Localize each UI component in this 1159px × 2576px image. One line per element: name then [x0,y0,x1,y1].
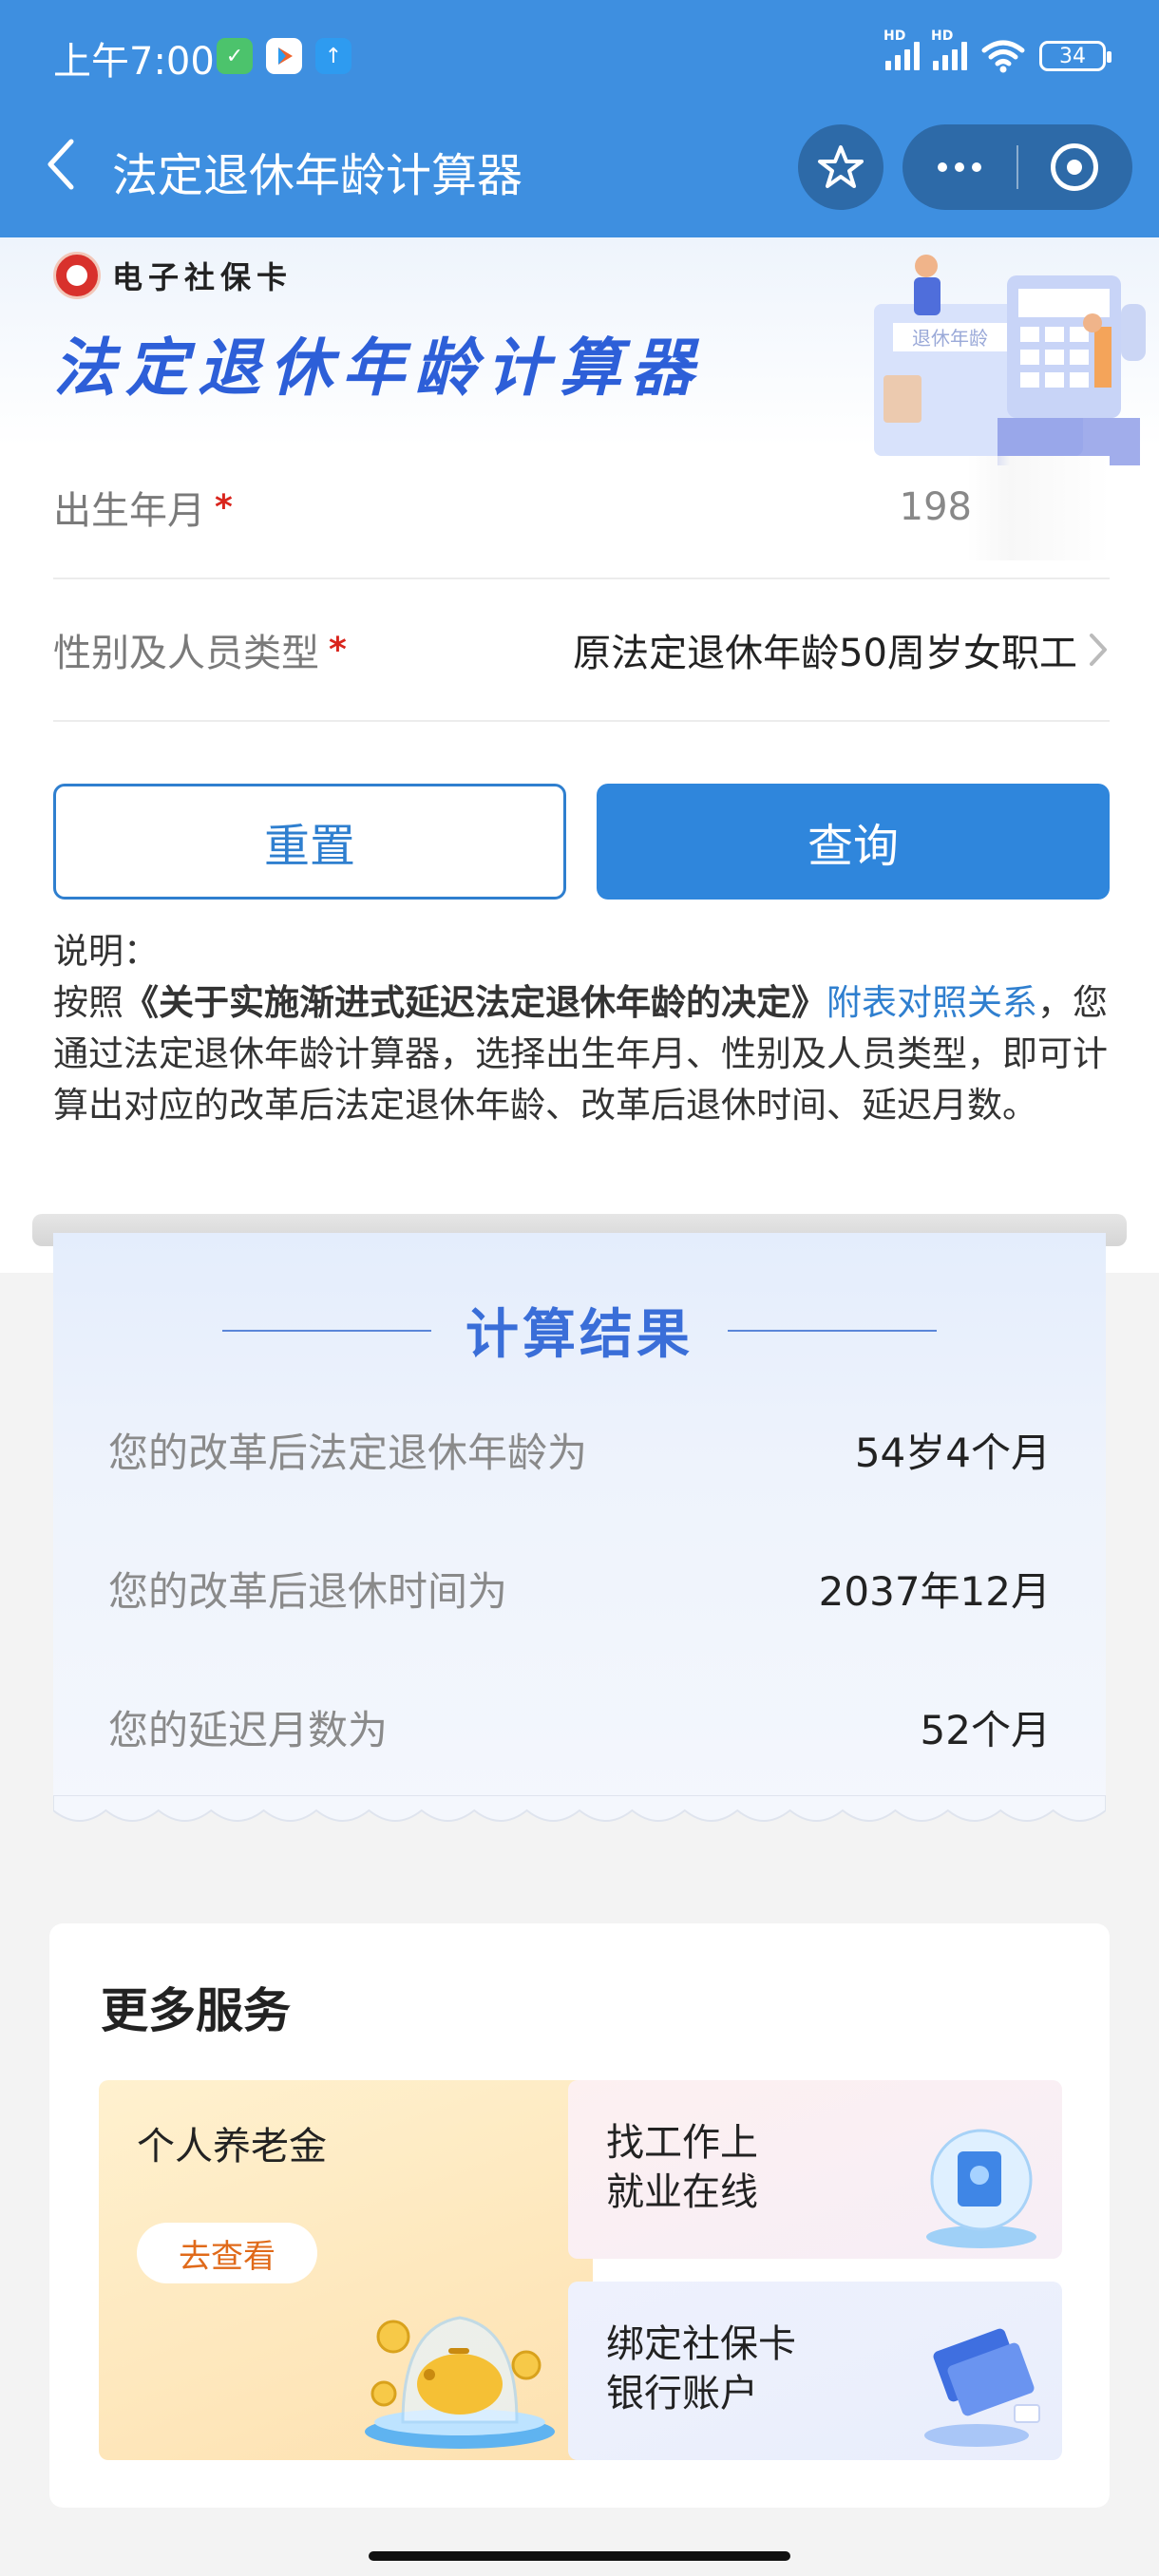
illustration-text: 退休年龄 [912,327,988,350]
note: 说明： 按照《关于实施渐进式延迟法定退休年龄的决定》附表对照关系，您通过法定退休… [53,926,1110,1131]
title-line-left [222,1329,431,1332]
note-prefix: 按照 [53,982,124,1023]
video-app-icon [266,38,302,74]
favorite-button[interactable] [798,124,884,210]
more-services-panel: 更多服务 个人养老金 去查看 找工作上 就业在线 绑定社保卡 银行账户 [49,1923,1110,2508]
battery-level: 34 [1059,44,1086,68]
bank-card-icon [924,2328,1040,2447]
result-label: 您的延迟月数为 [108,1707,389,1753]
gender-type-label: 性别及人员类型 [53,632,319,675]
job-title: 找工作上 就业在线 [606,2118,758,2217]
note-body: 按照《关于实施渐进式延迟法定退休年龄的决定》附表对照关系，您通过法定退休年龄计算… [53,977,1110,1131]
home-indicator [369,2551,790,2561]
brand: 电子社保卡 [53,252,293,299]
header-banner: 电子社保卡 法定退休年龄计算器 退休年龄 [0,237,1159,465]
appendix-link[interactable]: 附表对照关系 [826,982,1037,1023]
job-title-line1: 找工作上 [606,2121,758,2165]
banner-title: 法定退休年龄计算器 [53,331,703,405]
title-line-right [728,1329,937,1332]
signal-1-icon: HD [884,28,920,70]
result-label: 您的改革后法定退休年龄为 [108,1430,588,1476]
query-button[interactable]: 查询 [597,784,1110,900]
form-area: 电子社保卡 法定退休年龄计算器 退休年龄 出生年月 * 198 性别及人员类型 … [0,237,1159,1273]
birth-value: 198 [899,485,972,529]
status-time: 上午7:00 [53,40,215,84]
job-card[interactable]: 找工作上 就业在线 [568,2080,1062,2259]
result-title: 计算结果 [53,1292,1106,1369]
close-miniprogram-button[interactable] [1018,124,1130,210]
wifi-icon [981,40,1025,73]
note-heading: 说明： [53,931,159,972]
result-row-retire-time: 您的改革后退休时间为 2037年12月 [108,1560,1051,1618]
result-label: 您的改革后退休时间为 [108,1568,508,1615]
gender-type-value: 原法定退休年龄50周岁女职工 [573,632,1077,675]
job-glass-icon [926,2129,1036,2248]
star-icon [818,145,864,188]
upload-app-icon: ↑ [315,38,352,74]
bank-card[interactable]: 绑定社保卡 银行账户 [568,2282,1062,2460]
nav-title: 法定退休年龄计算器 [112,149,523,202]
calculator-illustration-icon: 退休年龄 [874,255,1146,465]
job-title-line2: 就业在线 [606,2170,758,2214]
result-value: 54岁4个月 [854,1430,1051,1476]
result-card-scallop-edge [53,1795,1106,1822]
result-value: 52个月 [920,1707,1051,1753]
battery-icon: 34 [1039,41,1112,71]
brand-name: 电子社保卡 [112,259,294,295]
gender-type-row[interactable]: 性别及人员类型 * 原法定退休年龄50周岁女职工 [53,579,1110,722]
top-bar: 上午7:00 ✓ ↑ HD HD 34 法定退休年龄计算器 [0,0,1159,237]
result-row-delay-months: 您的延迟月数为 52个月 [108,1698,1051,1756]
more-button[interactable] [902,124,1016,210]
social-security-logo-icon [53,252,101,299]
back-button[interactable] [32,136,89,193]
pension-card[interactable]: 个人养老金 去查看 [99,2080,593,2460]
birth-required-mark: * [215,487,233,527]
status-bar: 上午7:00 ✓ ↑ HD HD 34 [0,0,1159,109]
result-title-text: 计算结果 [466,1304,694,1366]
status-right: HD HD 34 [884,28,1112,78]
birth-row[interactable]: 出生年月 * 198 [53,437,1110,579]
nav-bar: 法定退休年龄计算器 [0,109,1159,237]
piggy-bank-icon [365,2316,555,2449]
birth-label: 出生年月 [53,489,205,533]
result-row-retire-age: 您的改革后法定退休年龄为 54岁4个月 [108,1421,1051,1479]
bank-title: 绑定社保卡 银行账户 [606,2320,796,2418]
birth-value-blur [967,456,1110,560]
back-icon [48,139,74,190]
bank-title-line1: 绑定社保卡 [606,2322,796,2366]
pension-view-button[interactable]: 去查看 [137,2223,317,2283]
result-card: 计算结果 您的改革后法定退休年龄为 54岁4个月 您的改革后退休时间为 2037… [53,1233,1106,1812]
note-document: 《关于实施渐进式延迟法定退休年龄的决定》 [124,982,826,1023]
chevron-right-icon [1090,634,1107,666]
pension-title: 个人养老金 [137,2125,327,2169]
bank-title-line2: 银行账户 [606,2372,758,2415]
security-app-icon: ✓ [217,38,253,74]
gender-required-mark: * [329,630,347,670]
gender-type-value-wrap: 原法定退休年龄50周岁女职工 [573,622,1110,677]
target-icon [1051,143,1098,191]
result-value: 2037年12月 [818,1568,1051,1615]
reset-button[interactable]: 重置 [53,784,566,900]
signal-2-icon: HD [931,28,967,70]
more-services-heading: 更多服务 [101,1983,291,2038]
capsule-menu [902,124,1132,210]
